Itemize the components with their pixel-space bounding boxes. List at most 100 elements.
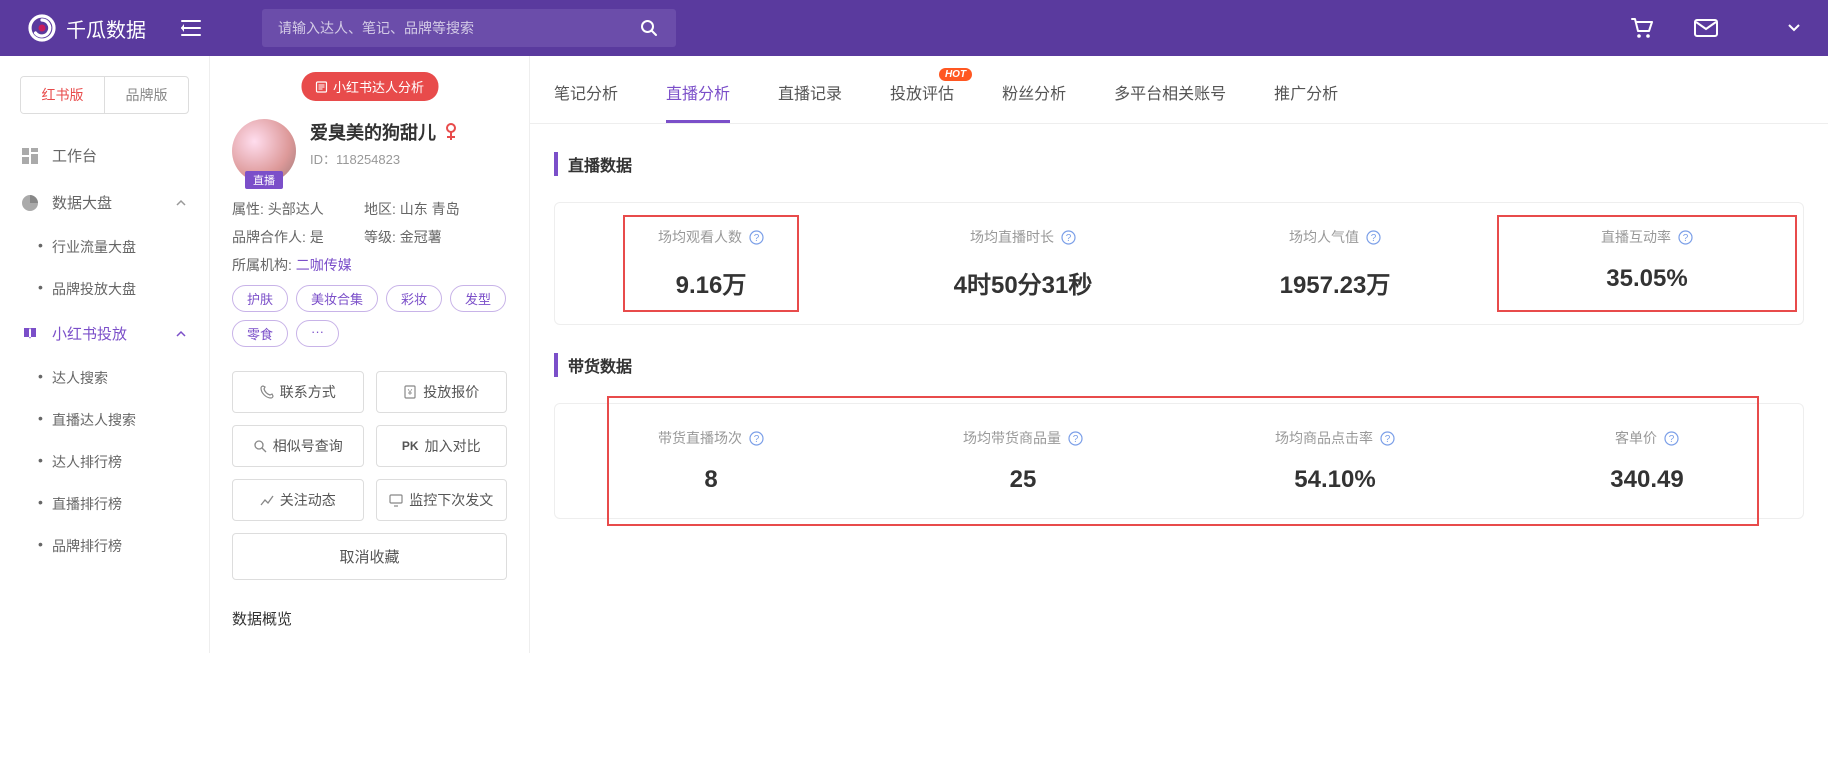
org-link[interactable]: 二咖传媒 [296, 257, 352, 273]
stat-label: 场均人气值 [1289, 227, 1359, 247]
quote-button[interactable]: ¥ 投放报价 [376, 371, 508, 413]
user-dropdown[interactable] [1788, 24, 1800, 32]
version-tab-brand[interactable]: 品牌版 [105, 77, 188, 113]
sidebar: 红书版 品牌版 工作台 数据大盘 行业流量大盘 品牌投放大盘 [0, 56, 210, 653]
svg-text:?: ? [1065, 233, 1071, 244]
sidebar-sub-industry[interactable]: 行业流量大盘 [0, 226, 209, 268]
menu-toggle-icon[interactable] [180, 19, 202, 37]
chevron-down-icon [1788, 24, 1800, 32]
help-icon[interactable]: ? [1379, 430, 1395, 446]
highlight-box [623, 215, 799, 312]
chevron-up-icon [175, 328, 187, 340]
search-bar [262, 9, 676, 47]
sidebar-sub-kol-search[interactable]: 达人搜索 [0, 357, 209, 399]
action-buttons: 联系方式 ¥ 投放报价 相似号查询 PK 加入对比 关注动态 监控下次发文 [232, 371, 507, 521]
sidebar-group-data[interactable]: 数据大盘 [0, 179, 209, 226]
grid-icon [22, 148, 42, 164]
tag[interactable]: 发型 [450, 285, 506, 312]
profile-head: 直播 爱臭美的狗甜儿 ID：118254823 [232, 119, 507, 183]
sidebar-item-label: 工作台 [52, 145, 97, 166]
sidebar-group-xhs[interactable]: 小红书投放 [0, 310, 209, 357]
svg-text:?: ? [1072, 434, 1078, 445]
similar-button[interactable]: 相似号查询 [232, 425, 364, 467]
search-small-icon [253, 439, 267, 453]
stat-unit-price: 客单价 ? 340.49 [1491, 428, 1803, 494]
tab-placement[interactable]: 投放评估 HOT [890, 80, 954, 123]
stat-live-count: 带货直播场次 ? 8 [555, 428, 867, 494]
stat-avg-duration: 场均直播时长 ? 4时50分31秒 [867, 227, 1179, 300]
stat-label: 带货直播场次 [658, 428, 742, 448]
book-small-icon [315, 81, 327, 93]
compare-button[interactable]: PK 加入对比 [376, 425, 508, 467]
sidebar-sub-kol-rank[interactable]: 达人排行榜 [0, 441, 209, 483]
help-icon[interactable]: ? [1060, 229, 1076, 245]
tab-live-record[interactable]: 直播记录 [778, 80, 842, 123]
sales-data-section: 带货数据 [530, 325, 1828, 385]
help-icon[interactable]: ? [1663, 430, 1679, 446]
tag-more[interactable]: ··· [296, 320, 339, 347]
chevron-up-icon [175, 197, 187, 209]
highlight-box [1497, 215, 1797, 312]
search-icon [640, 19, 658, 37]
svg-text:?: ? [1370, 233, 1376, 244]
tag[interactable]: 彩妆 [386, 285, 442, 312]
tab-multi-platform[interactable]: 多平台相关账号 [1114, 80, 1226, 123]
sidebar-sub-live-rank[interactable]: 直播排行榜 [0, 483, 209, 525]
sidebar-item-dashboard[interactable]: 工作台 [0, 132, 209, 179]
mail-icon[interactable] [1694, 19, 1718, 37]
svg-text:?: ? [1668, 434, 1674, 445]
cancel-favorite-button[interactable]: 取消收藏 [232, 533, 507, 580]
pie-icon [22, 195, 42, 211]
help-icon[interactable]: ? [1365, 229, 1381, 245]
monitor-button[interactable]: 监控下次发文 [376, 479, 508, 521]
tab-notes[interactable]: 笔记分析 [554, 80, 618, 123]
sidebar-sub-brand-rank[interactable]: 品牌排行榜 [0, 525, 209, 567]
profile-id: ID：118254823 [310, 149, 507, 168]
tab-live[interactable]: 直播分析 [666, 80, 730, 123]
contact-button[interactable]: 联系方式 [232, 371, 364, 413]
tag[interactable]: 护肤 [232, 285, 288, 312]
search-button[interactable] [622, 9, 676, 47]
profile-panel: 小红书达人分析 直播 爱臭美的狗甜儿 ID：118254823 属性: 头部达人 [210, 56, 530, 653]
cart-icon[interactable] [1630, 17, 1654, 39]
section-title: 带货数据 [554, 353, 1804, 377]
monitor-icon [389, 493, 403, 507]
overview-title: 数据概览 [232, 608, 507, 629]
header-right [1630, 17, 1800, 39]
brand-name: 千瓜数据 [66, 14, 146, 43]
svg-text:?: ? [1384, 434, 1390, 445]
help-icon[interactable]: ? [1067, 430, 1083, 446]
version-tab-redbook[interactable]: 红书版 [21, 77, 105, 113]
tag[interactable]: 美妆合集 [296, 285, 378, 312]
attr-region: 地区: 山东 青岛 [364, 199, 460, 219]
search-input[interactable] [262, 9, 622, 47]
live-data-section: 直播数据 [530, 124, 1828, 184]
tab-fans[interactable]: 粉丝分析 [1002, 80, 1066, 123]
stat-label: 场均直播时长 [970, 227, 1054, 247]
attr-level: 等级: 金冠薯 [364, 227, 442, 247]
analysis-badge-label: 小红书达人分析 [333, 77, 424, 96]
sidebar-item-label: 小红书投放 [52, 323, 127, 344]
pk-icon: PK [402, 439, 419, 453]
hot-badge: HOT [939, 68, 972, 81]
live-badge: 直播 [245, 171, 283, 189]
logo[interactable]: 千瓜数据 [28, 14, 146, 43]
analysis-badge: 小红书达人分析 [301, 72, 438, 101]
attr-type: 属性: 头部达人 [232, 199, 332, 219]
stat-click-rate: 场均商品点击率 ? 54.10% [1179, 428, 1491, 494]
sidebar-item-label: 数据大盘 [52, 192, 112, 213]
svg-text:?: ? [753, 434, 759, 445]
svg-text:¥: ¥ [407, 388, 413, 397]
tab-promotion[interactable]: 推广分析 [1274, 80, 1338, 123]
tag[interactable]: 零食 [232, 320, 288, 347]
stat-avg-viewers: 场均观看人数 ? 9.16万 [555, 227, 867, 300]
attr-partner: 品牌合作人: 是 [232, 227, 332, 247]
stat-label: 客单价 [1615, 428, 1657, 448]
profile-attrs: 属性: 头部达人 地区: 山东 青岛 品牌合作人: 是 等级: 金冠薯 所属机构… [232, 199, 507, 275]
avatar[interactable]: 直播 [232, 119, 296, 183]
sidebar-sub-brand-placement[interactable]: 品牌投放大盘 [0, 268, 209, 310]
help-icon[interactable]: ? [748, 430, 764, 446]
sidebar-sub-live-kol-search[interactable]: 直播达人搜索 [0, 399, 209, 441]
live-stats-card: 场均观看人数 ? 9.16万 场均直播时长 ? 4时50分31秒 场均人气值 ?… [554, 202, 1804, 325]
follow-button[interactable]: 关注动态 [232, 479, 364, 521]
